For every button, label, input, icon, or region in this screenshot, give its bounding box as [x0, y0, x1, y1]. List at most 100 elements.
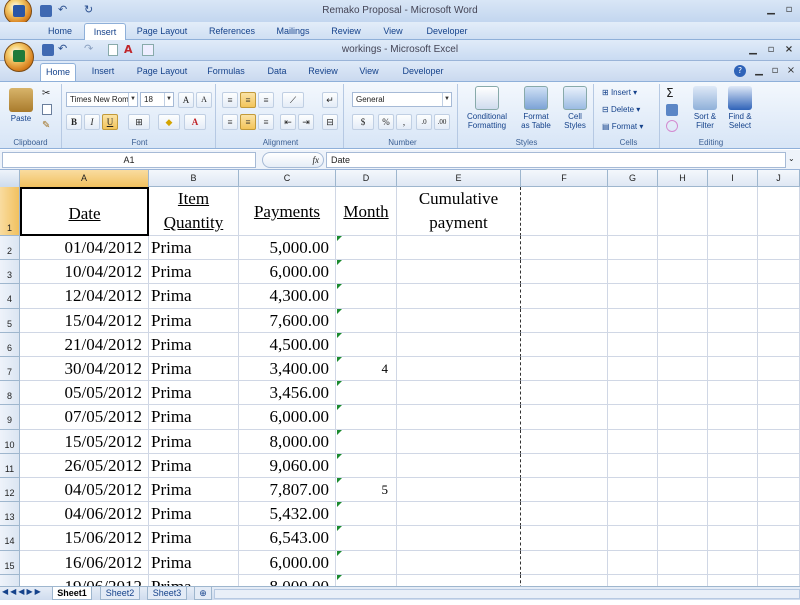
cumulative-cell[interactable]: [397, 284, 521, 309]
payment-cell[interactable]: 4,300.00: [239, 284, 336, 309]
row-header[interactable]: 13: [0, 502, 20, 527]
item-cell[interactable]: Prima: [149, 332, 239, 357]
cell[interactable]: [521, 236, 608, 261]
cell[interactable]: [521, 187, 608, 236]
cell[interactable]: [521, 550, 608, 575]
column-header-i[interactable]: I: [708, 170, 758, 187]
cell[interactable]: [758, 381, 800, 406]
item-cell[interactable]: Prima: [149, 284, 239, 309]
cell[interactable]: [608, 526, 658, 551]
cell[interactable]: [708, 405, 758, 430]
cell[interactable]: [658, 381, 708, 406]
cumulative-cell[interactable]: [397, 381, 521, 406]
align-center-button[interactable]: ≡: [240, 114, 256, 130]
header-cell-payments[interactable]: Payments: [239, 187, 336, 236]
item-cell[interactable]: Prima: [149, 429, 239, 454]
cell[interactable]: [521, 260, 608, 285]
item-cell[interactable]: Prima: [149, 357, 239, 382]
cell[interactable]: [521, 502, 608, 527]
cell[interactable]: [708, 357, 758, 382]
cell[interactable]: [708, 332, 758, 357]
row-header[interactable]: 4: [0, 284, 20, 309]
item-cell[interactable]: Prima: [149, 478, 239, 503]
cell[interactable]: [521, 478, 608, 503]
column-header-e[interactable]: E: [397, 170, 521, 187]
help-icon[interactable]: ?: [734, 65, 746, 77]
fill-icon[interactable]: [666, 104, 678, 116]
payment-cell[interactable]: 7,807.00: [239, 478, 336, 503]
word-tab-mailings[interactable]: Mailings: [270, 23, 316, 40]
item-cell[interactable]: Prima: [149, 308, 239, 333]
align-top-button[interactable]: ≡: [222, 92, 238, 108]
month-cell[interactable]: [336, 526, 397, 551]
month-cell[interactable]: [336, 405, 397, 430]
date-cell[interactable]: 04/06/2012: [20, 502, 149, 527]
row-header[interactable]: 11: [0, 453, 20, 478]
grow-font-button[interactable]: A: [178, 92, 194, 108]
cell[interactable]: [758, 453, 800, 478]
date-cell[interactable]: 16/06/2012: [20, 550, 149, 575]
excel-tab-data[interactable]: Data: [262, 63, 292, 80]
month-cell[interactable]: [336, 550, 397, 575]
cell[interactable]: [658, 308, 708, 333]
cell[interactable]: [521, 526, 608, 551]
sort-filter-button[interactable]: Sort & Filter: [688, 86, 722, 130]
cumulative-cell[interactable]: [397, 478, 521, 503]
cell[interactable]: [708, 236, 758, 261]
workbook-minimize-button[interactable]: ▁: [752, 64, 766, 77]
row-header[interactable]: 14: [0, 526, 20, 551]
cell[interactable]: [708, 308, 758, 333]
cell[interactable]: [758, 429, 800, 454]
cumulative-cell[interactable]: [397, 502, 521, 527]
cumulative-cell[interactable]: [397, 236, 521, 261]
month-cell[interactable]: [336, 429, 397, 454]
workbook-close-button[interactable]: ×: [784, 64, 798, 77]
cell[interactable]: [758, 502, 800, 527]
excel-close-button[interactable]: ×: [782, 43, 796, 56]
excel-tab-view[interactable]: View: [354, 63, 384, 80]
payment-cell[interactable]: 3,400.00: [239, 357, 336, 382]
cell[interactable]: [608, 260, 658, 285]
cell[interactable]: [758, 284, 800, 309]
column-header-g[interactable]: G: [608, 170, 658, 187]
cumulative-cell[interactable]: [397, 429, 521, 454]
payment-cell[interactable]: 9,060.00: [239, 453, 336, 478]
copy-icon[interactable]: [42, 104, 52, 115]
cumulative-cell[interactable]: [397, 357, 521, 382]
cumulative-cell[interactable]: [397, 550, 521, 575]
comma-button[interactable]: ,: [396, 114, 412, 130]
insert-cells-button[interactable]: ⊞ Insert ▾: [602, 88, 637, 97]
payment-cell[interactable]: 6,543.00: [239, 526, 336, 551]
cumulative-cell[interactable]: [397, 308, 521, 333]
cell[interactable]: [708, 526, 758, 551]
date-cell[interactable]: 01/04/2012: [20, 236, 149, 261]
cell-styles-button[interactable]: Cell Styles: [558, 86, 592, 130]
cell[interactable]: [758, 478, 800, 503]
cell[interactable]: [521, 284, 608, 309]
month-cell[interactable]: [336, 260, 397, 285]
date-cell[interactable]: 26/05/2012: [20, 453, 149, 478]
column-header-j[interactable]: J: [758, 170, 800, 187]
cell[interactable]: [521, 308, 608, 333]
cell[interactable]: [758, 260, 800, 285]
underline-button[interactable]: U: [102, 114, 118, 130]
horizontal-scrollbar[interactable]: [214, 589, 800, 599]
excel-tab-formulas[interactable]: Formulas: [204, 63, 248, 80]
payment-cell[interactable]: 6,000.00: [239, 260, 336, 285]
cut-icon[interactable]: ✂: [42, 88, 50, 99]
cell[interactable]: [521, 429, 608, 454]
header-cell-date[interactable]: Date: [20, 187, 149, 236]
cell[interactable]: [708, 429, 758, 454]
merge-center-button[interactable]: ⊟: [322, 114, 338, 130]
cell[interactable]: [521, 332, 608, 357]
font-size-combo[interactable]: 18 ▼: [140, 92, 174, 107]
cell[interactable]: [521, 405, 608, 430]
select-all-button[interactable]: [0, 170, 20, 187]
cell[interactable]: [708, 187, 758, 236]
item-cell[interactable]: Prima: [149, 236, 239, 261]
clear-icon[interactable]: [666, 120, 678, 132]
expand-formula-bar-icon[interactable]: ⌄: [788, 154, 795, 163]
word-maximize-button[interactable]: ▫: [782, 3, 796, 16]
word-tab-review[interactable]: Review: [326, 23, 366, 40]
word-minimize-button[interactable]: ▁: [764, 3, 778, 16]
